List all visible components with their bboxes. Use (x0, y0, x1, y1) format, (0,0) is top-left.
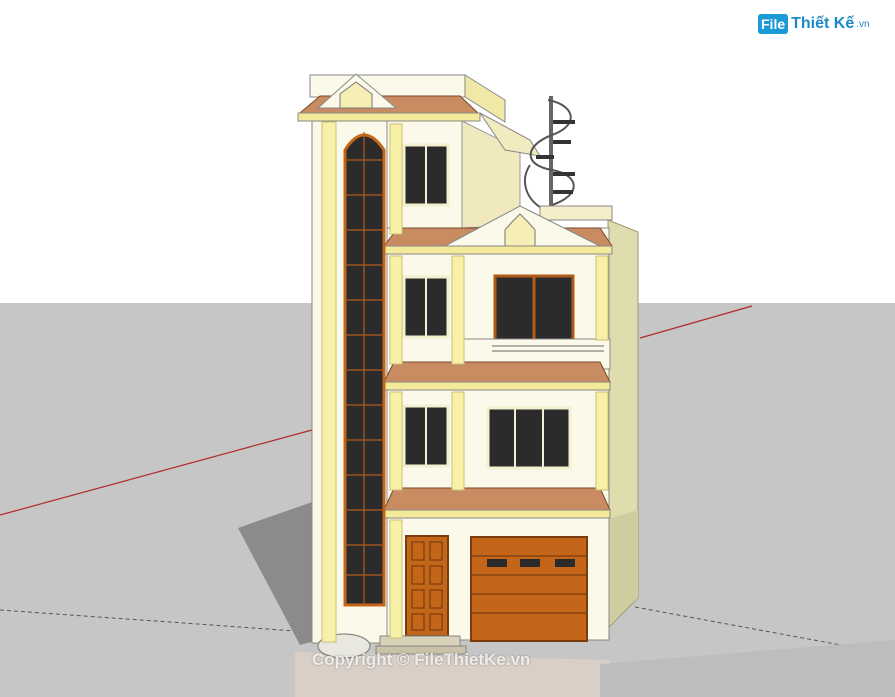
logo-suffix: .vn (856, 18, 870, 30)
site-logo: File Thiết Kế .vn (758, 14, 870, 34)
logo-text: Thiết Kế (791, 15, 855, 32)
garage-door (470, 536, 588, 642)
logo-badge: File (758, 14, 789, 34)
first-floor-window-right (486, 406, 572, 470)
copyright-watermark: Copyright © FileThietKe.vn (312, 650, 531, 669)
top-cornice (297, 112, 481, 122)
garage-windows (487, 559, 575, 567)
rooftop-terrace (539, 205, 613, 221)
second-cornice (383, 245, 613, 255)
ground-cornice (383, 509, 611, 519)
house-render (0, 0, 895, 697)
first-cornice (383, 381, 611, 391)
ground-roof (383, 487, 611, 511)
first-roof (383, 361, 611, 383)
